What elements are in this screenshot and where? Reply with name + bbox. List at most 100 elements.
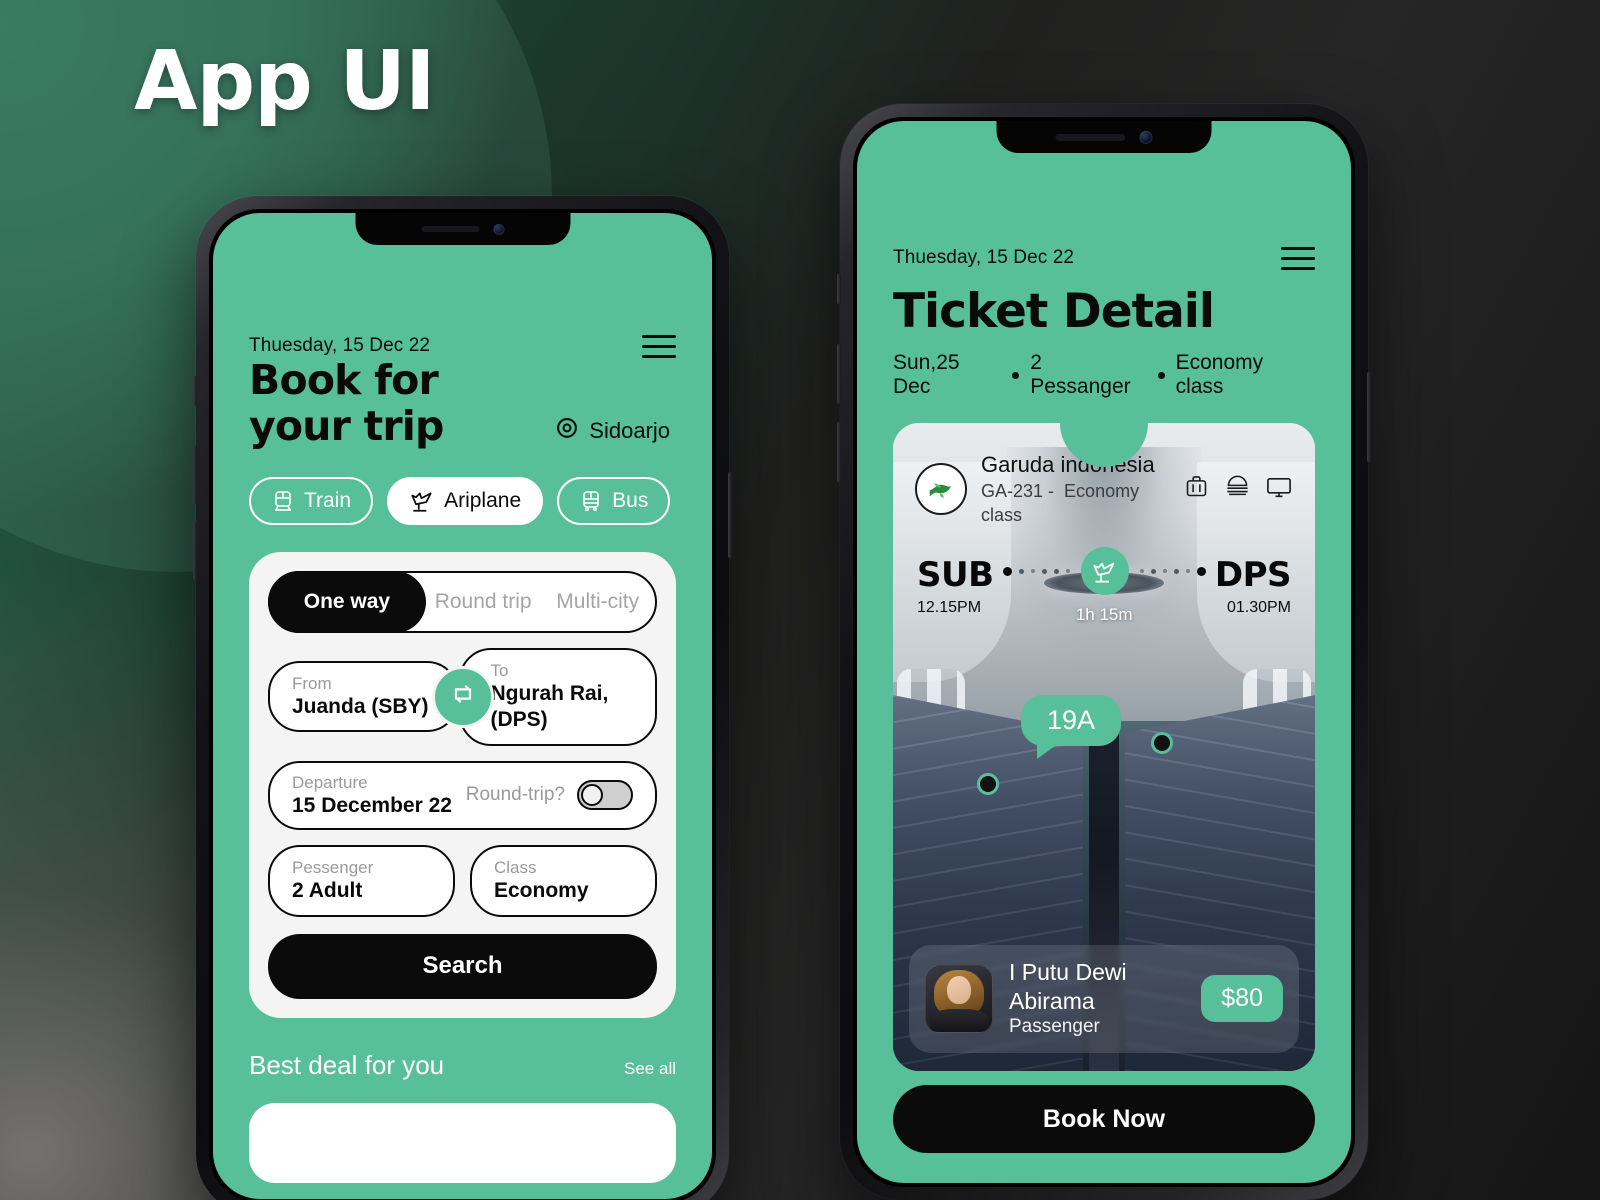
tab-train[interactable]: Train [249,476,374,525]
ticket-meta: Sun,25 Dec 2 Pessanger Economy class [893,351,1315,399]
meta-separator-dot-2 [1157,371,1165,379]
booking-form-card: One way Round trip Multi-city From Juand… [249,551,676,1018]
passenger-field[interactable]: Pessenger 2 Adult [268,845,455,917]
from-to-row: From Juanda (SBY) To Ngurah Rai,(DPS) [268,647,657,746]
flight-path-dots [994,547,1215,596]
phone-mute-button-right[interactable] [837,274,841,304]
left-topbar: Thuesday, 15 Dec 22 [249,335,676,358]
amenities-row [1183,473,1293,506]
garuda-logo-icon [915,463,967,516]
airline-flight-class: GA-231 - Economy class [981,479,1169,528]
suitcase-icon [1183,473,1210,505]
meta-separator-dot-1 [1012,371,1020,379]
passenger-card[interactable]: I Putu Dewi Abirama Passenger $80 [909,944,1299,1053]
phone-notch [355,213,570,245]
route-row: SUB 12.15PM 1h 15m DPS 01.30PM [893,527,1315,625]
tab-airplane-label: Ariplane [444,488,522,512]
path-dot-end [1196,566,1206,576]
round-trip-toggle[interactable] [577,780,633,811]
round-trip-toggle-group[interactable]: Round-trip? [465,780,633,811]
search-button[interactable]: Search [268,933,657,999]
destination-code: DPS [1214,554,1292,595]
left-phone-mockup: Thuesday, 15 Dec 22 Book for your trip S… [193,196,732,1200]
from-value: Juanda (SBY) [292,695,429,719]
to-value: Ngurah Rai,(DPS) [490,682,609,732]
front-camera-icon [493,223,504,235]
see-all-link[interactable]: See all [624,1059,676,1079]
passenger-label: Pessenger [292,858,374,878]
page-title: App UI [134,34,435,129]
ticket-meta-passengers: 2 Pessanger [1030,351,1131,398]
left-phone-screen: Thuesday, 15 Dec 22 Book for your trip S… [213,213,712,1199]
origin-block: SUB 12.15PM [917,558,994,617]
left-phone-bezel: Thuesday, 15 Dec 22 Book for your trip S… [209,209,716,1200]
passenger-name: I Putu Dewi Abirama [1009,958,1127,1014]
departure-field[interactable]: Departure 15 December 22 Round-trip? [268,760,657,831]
phone-volume-down-button-right[interactable] [837,422,841,482]
round-trip-label: Round-trip? [465,784,565,806]
route-middle: 1h 15m [994,547,1215,625]
from-field[interactable]: From Juanda (SBY) [268,660,459,733]
bus-icon [579,489,603,513]
from-label: From [292,673,332,693]
right-phone-screen: Thuesday, 15 Dec 22 Ticket Detail Sun,25… [857,121,1351,1183]
location-pin-icon [554,416,580,447]
avatar [925,964,993,1033]
class-field[interactable]: Class Economy [470,845,657,917]
earpiece-speaker-right [1055,133,1126,141]
current-date-label: Thuesday, 15 Dec 22 [249,335,431,356]
train-icon [271,489,295,513]
book-now-button[interactable]: Book Now [893,1085,1315,1153]
class-value: Economy [494,879,589,903]
seat-marker[interactable] [1151,732,1173,754]
right-topbar: Thuesday, 15 Dec 22 [893,247,1315,270]
ticket-meta-class: Economy class [1175,351,1264,398]
hamburger-menu-icon-right[interactable] [1281,247,1315,270]
tab-airplane[interactable]: Ariplane [387,476,544,525]
seat-marker[interactable] [977,773,999,795]
tab-bus[interactable]: Bus [557,476,671,525]
seat-badge[interactable]: 19A [1021,695,1122,759]
meal-icon [1224,473,1251,505]
best-deal-card[interactable] [249,1102,676,1183]
price-badge: $80 [1201,975,1283,1023]
departure-value: 15 December 22 [292,793,452,817]
phone-power-button[interactable] [728,472,732,558]
swap-arrows-icon [449,680,477,713]
trip-type-one-way[interactable]: One way [268,570,426,633]
destination-time: 01.30PM [1226,598,1291,616]
origin-code: SUB [917,554,994,595]
ticket-meta-date: Sun,25 Dec [893,351,960,398]
airplane-takeoff-icon-route [1080,547,1129,596]
passenger-role: Passenger [1009,1016,1100,1038]
to-label: To [490,660,509,680]
tv-screen-icon [1265,473,1293,506]
transport-tabs: Train Ariplane Bus [249,476,676,525]
right-phone-bezel: Thuesday, 15 Dec 22 Ticket Detail Sun,25… [853,117,1355,1187]
location-name: Sidoarjo [589,418,670,444]
airplane-takeoff-icon [409,488,435,514]
tab-bus-label: Bus [612,488,649,512]
hamburger-menu-icon[interactable] [642,335,676,358]
earpiece-speaker [421,226,479,232]
phone-volume-down-button[interactable] [193,522,197,580]
phone-mute-button[interactable] [193,376,197,406]
destination-block: DPS 01.30PM [1214,554,1292,617]
phone-power-button-right[interactable] [1367,372,1371,462]
trip-type-segmented-control: One way Round trip Multi-city [268,570,657,633]
trip-type-multi-city[interactable]: Multi-city [540,571,655,633]
trip-type-round-trip[interactable]: Round trip [426,571,541,633]
current-date-label-right: Thuesday, 15 Dec 22 [893,247,1075,268]
swap-button[interactable] [431,665,494,728]
best-deal-header: Best deal for you See all [249,1050,676,1081]
flight-number: GA-231 - [981,480,1055,501]
phone-volume-up-button-right[interactable] [837,344,841,404]
departure-label: Departure [292,772,368,792]
phone-notch-right [996,121,1212,153]
phone-volume-up-button[interactable] [193,446,197,504]
class-label: Class [494,858,537,878]
passenger-value: 2 Adult [292,879,363,903]
passenger-class-row: Pessenger 2 Adult Class Economy [268,845,657,917]
flight-duration: 1h 15m [1075,605,1133,625]
ticket-card[interactable]: Garuda indonesia GA-231 - Economy class [893,423,1315,1071]
